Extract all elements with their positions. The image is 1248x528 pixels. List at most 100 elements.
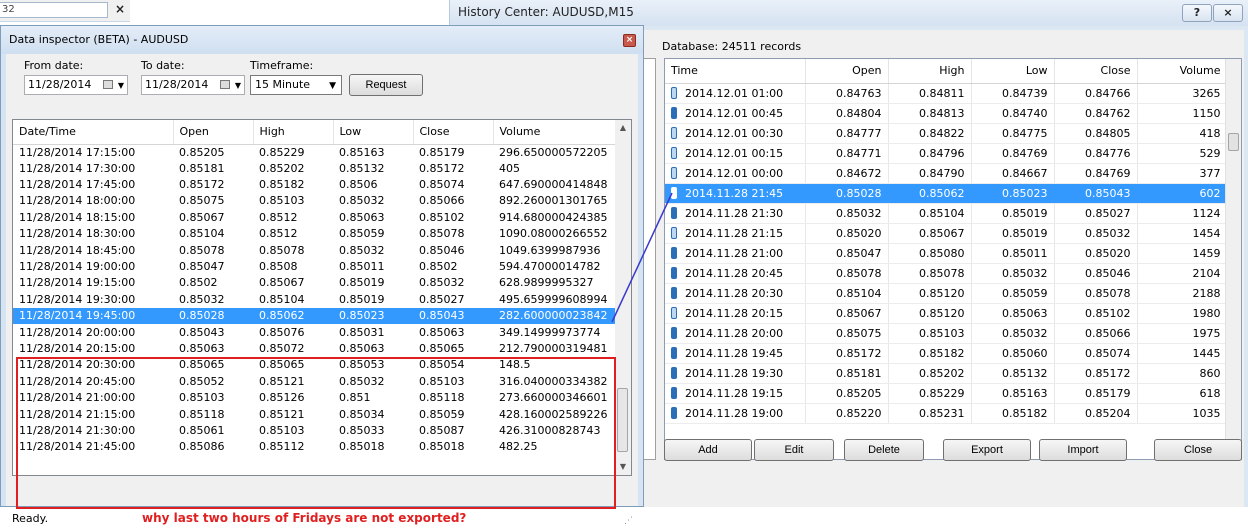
table-row[interactable]: 2014.11.28 19:45 0.85172 0.85182 0.85060 0.8… [665,343,1228,364]
timeframe-value: 15 Minute [255,78,311,91]
table-row[interactable]: 11/28/2014 21:00:00 0.85103 0.85126 0.851 0.… [13,390,617,406]
table-row[interactable]: 2014.12.01 00:15 0.84771 0.84796 0.84769 0.8… [665,143,1228,164]
time-value: 2014.11.28 20:15 [685,306,784,320]
close-icon[interactable]: × [623,34,636,47]
table-row[interactable]: 2014.11.28 21:00 0.85047 0.85080 0.85011 0.8… [665,243,1228,264]
open-cell: 0.85028 [805,183,889,204]
table-row[interactable]: 2014.11.28 21:15 0.85020 0.85067 0.85019 0.8… [665,223,1228,244]
close-cell: 0.85059 [419,407,465,421]
volume-cell: 602 [1137,183,1228,204]
table-row[interactable]: 2014.11.28 20:30 0.85104 0.85120 0.85059 0.8… [665,283,1228,304]
chevron-down-icon[interactable]: ▼ [329,77,336,95]
open-cell: 0.85078 [805,263,889,284]
column-header[interactable]: Date/Time [13,120,174,145]
column-header[interactable]: Time [665,59,806,84]
scroll-thumb[interactable] [1228,133,1239,151]
table-row[interactable]: 11/28/2014 19:00:00 0.85047 0.8508 0.85011 0… [13,259,617,275]
high-cell: 0.85104 [259,292,305,306]
table-row[interactable]: 11/28/2014 20:45:00 0.85052 0.85121 0.85032… [13,374,617,390]
table-row[interactable]: 11/28/2014 17:15:00 0.85205 0.85229 0.85163… [13,144,617,161]
table-row[interactable]: 11/28/2014 20:15:00 0.85063 0.85072 0.85063… [13,341,617,357]
background-close-icon[interactable]: × [112,1,128,17]
table-row[interactable]: 2014.12.01 00:45 0.84804 0.84813 0.84740 0.8… [665,103,1228,124]
bar-icon [671,246,677,259]
column-header[interactable]: Volume [1137,59,1228,84]
time-value: 2014.12.01 00:30 [685,126,784,140]
column-header[interactable]: High [253,120,334,145]
high-cell: 0.85062 [253,308,333,325]
history-center-titlebar[interactable]: History Center: AUDUSD,M15 ? × [450,0,1248,26]
scroll-up-icon[interactable]: ▲ [615,120,631,136]
table-row[interactable]: 11/28/2014 18:45:00 0.85078 0.85078 0.85032… [13,242,617,258]
open-cell: 0.85032 [805,203,889,224]
table-row[interactable]: 2014.11.28 20:45 0.85078 0.85078 0.85032 0.8… [665,263,1228,284]
table-row[interactable]: 2014.11.28 19:30 0.85181 0.85202 0.85132 0.8… [665,363,1228,384]
background-input[interactable]: 32 [0,2,108,18]
table-row[interactable]: 2014.12.01 01:00 0.84763 0.84811 0.84739 0.8… [665,83,1228,104]
high-cell: 0.8512 [259,227,298,241]
close-window-button[interactable]: × [1213,4,1243,22]
datetime-cell: 11/28/2014 17:15:00 [19,145,136,159]
scroll-down-icon[interactable]: ▼ [615,459,631,475]
table-row[interactable]: 2014.11.28 20:00 0.85075 0.85103 0.85032 0.8… [665,323,1228,344]
table-row[interactable]: 2014.11.28 21:30 0.85032 0.85104 0.85019 0.8… [665,203,1228,224]
bar-icon [671,386,677,399]
high-cell: 0.85103 [888,323,972,344]
table-row[interactable]: 11/28/2014 19:45:00 0.85028 0.85062 0.85023… [13,308,617,325]
table-row[interactable]: 11/28/2014 18:30:00 0.85104 0.8512 0.85059 0… [13,226,617,242]
low-cell: 0.85011 [339,260,385,274]
table-row[interactable]: 11/28/2014 17:30:00 0.85181 0.85202 0.85132… [13,161,617,177]
calendar-icon[interactable] [220,80,230,89]
column-header[interactable]: Low [971,59,1055,84]
chevron-down-icon[interactable]: ▼ [235,77,241,95]
table-row[interactable]: 11/28/2014 20:00:00 0.85043 0.85076 0.85031… [13,324,617,340]
volume-cell: 282.600000023842 [493,308,617,325]
delete-button[interactable]: Delete [844,439,924,461]
table-row[interactable]: 11/28/2014 19:30:00 0.85032 0.85104 0.85019… [13,292,617,308]
column-header[interactable]: Close [413,120,494,145]
column-header[interactable]: Volume [493,120,618,145]
table-row[interactable]: 11/28/2014 20:30:00 0.85065 0.85065 0.85053… [13,357,617,373]
inspector-table-scrollbar[interactable]: ▲ ▼ [615,120,631,475]
scroll-thumb[interactable] [617,388,628,452]
calendar-icon[interactable] [103,80,113,89]
data-inspector-titlebar[interactable]: Data inspector (BETA) - AUDUSD × [1,26,643,54]
table-row[interactable]: 2014.11.28 21:45 0.85028 0.85062 0.85023 0.8… [665,183,1228,204]
table-row[interactable]: 2014.11.28 20:15 0.85067 0.85120 0.85063 0.8… [665,303,1228,324]
datetime-cell: 11/28/2014 18:30:00 [19,227,136,241]
close-cell: 0.85046 [1054,263,1138,284]
datetime-cell: 11/28/2014 21:45:00 [19,440,136,454]
history-table-scrollbar[interactable] [1225,59,1241,459]
table-row[interactable]: 2014.11.28 19:00 0.85220 0.85231 0.85182 0.8… [665,403,1228,424]
close-button[interactable]: Close [1154,439,1242,461]
column-header[interactable]: Open [173,120,254,145]
volume-cell: 860 [1137,363,1228,384]
export-button[interactable]: Export [943,439,1031,461]
table-row[interactable]: 11/28/2014 18:00:00 0.85075 0.85103 0.85032… [13,193,617,209]
table-row[interactable]: 11/28/2014 19:15:00 0.8502 0.85067 0.85019 0… [13,275,617,291]
column-header[interactable]: Close [1054,59,1138,84]
import-button[interactable]: Import [1039,439,1127,461]
table-row[interactable]: 11/28/2014 21:15:00 0.85118 0.85121 0.85034… [13,406,617,422]
table-row[interactable]: 11/28/2014 18:15:00 0.85067 0.8512 0.85063 0… [13,210,617,226]
to-date-picker[interactable]: 11/28/2014 ▼ [141,75,245,95]
column-header[interactable]: Low [333,120,414,145]
column-header[interactable]: High [888,59,972,84]
timeframe-select[interactable]: 15 Minute ▼ [250,75,342,95]
table-row[interactable]: 11/28/2014 17:45:00 0.85172 0.85182 0.8506 0… [13,177,617,193]
table-row[interactable]: 11/28/2014 21:30:00 0.85061 0.85103 0.85033… [13,423,617,439]
edit-button[interactable]: Edit [754,439,834,461]
volume-cell: 618 [1137,383,1228,404]
close-cell: 0.85078 [1054,283,1138,304]
column-header[interactable]: Open [805,59,889,84]
table-row[interactable]: 2014.11.28 19:15 0.85205 0.85229 0.85163 0.8… [665,383,1228,404]
chevron-down-icon[interactable]: ▼ [118,77,124,95]
table-row[interactable]: 11/28/2014 21:45:00 0.85086 0.85112 0.85018… [13,439,617,455]
table-row[interactable]: 2014.12.01 00:00 0.84672 0.84790 0.84667 0.8… [665,163,1228,184]
add-button[interactable]: Add [664,439,752,461]
help-button[interactable]: ? [1182,4,1212,22]
resize-grip-icon[interactable]: ⋰ [624,516,636,528]
table-row[interactable]: 2014.12.01 00:30 0.84777 0.84822 0.84775 0.8… [665,123,1228,144]
from-date-picker[interactable]: 11/28/2014 ▼ [24,75,128,95]
request-button[interactable]: Request [349,74,423,96]
